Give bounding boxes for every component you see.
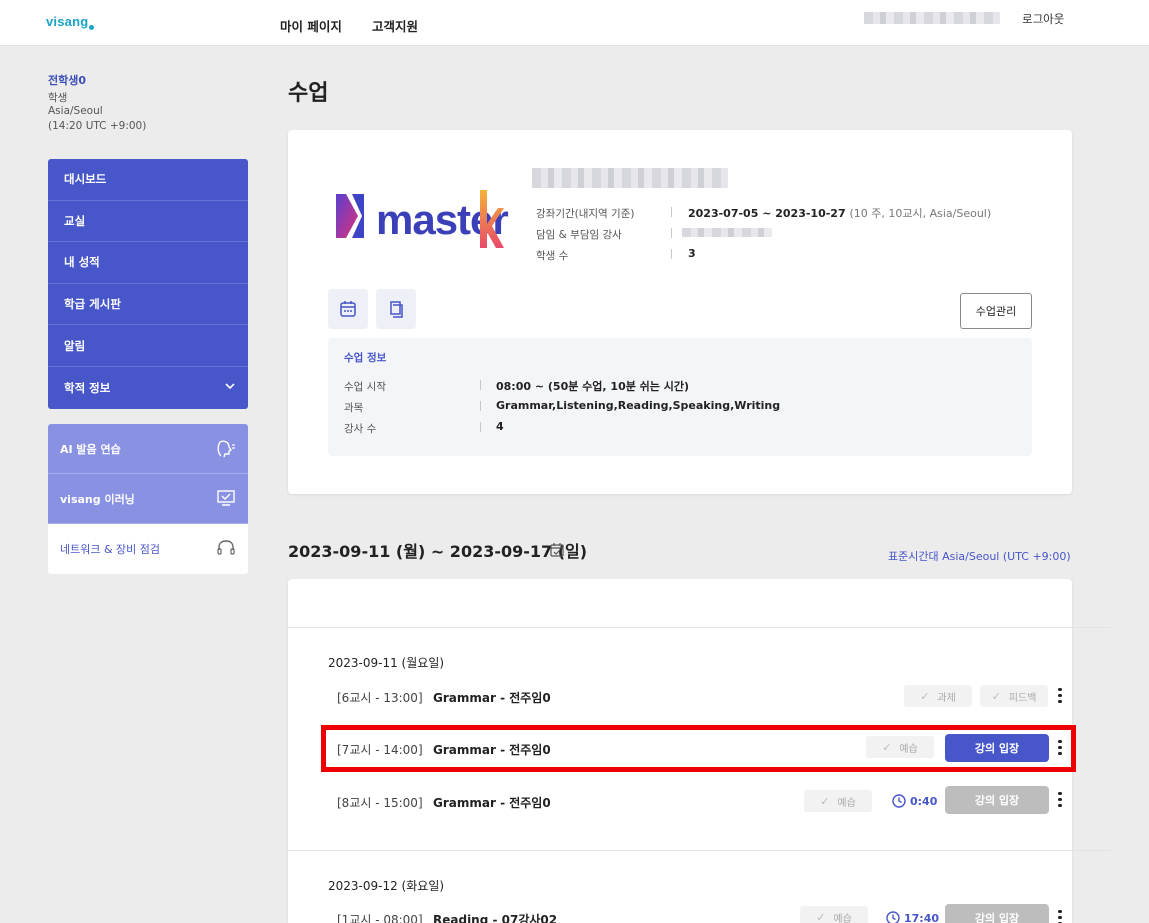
nav-my-page[interactable]: 마이 페이지 bbox=[280, 16, 342, 35]
more-options-icon[interactable] bbox=[1056, 688, 1064, 706]
check-icon: ✓ bbox=[920, 689, 930, 703]
profile-name: 전학생0 bbox=[48, 74, 87, 87]
lesson-subject: Grammar - 전주임0 bbox=[433, 796, 551, 810]
class-info-box: 수업 정보 수업 시작 08:00 ~ (50분 수업, 10분 쉬는 시간) … bbox=[328, 338, 1032, 456]
profile-time: (14:20 UTC +9:00) bbox=[48, 120, 147, 132]
sidebar-item-ai-pronunciation[interactable]: AI 발음 연습 bbox=[48, 424, 248, 474]
sidebar-item-board[interactable]: 학급 게시판 bbox=[48, 284, 248, 326]
period-value: 2023-07-05 ~ 2023-10-27 (10 주, 10교시, Asi… bbox=[688, 207, 992, 220]
check-icon: ✓ bbox=[820, 794, 830, 808]
check-icon: ✓ bbox=[816, 910, 826, 923]
enter-class-button-disabled[interactable]: 강의 입장 bbox=[945, 786, 1049, 814]
separator bbox=[671, 249, 672, 259]
homework-badge[interactable]: ✓ 과제 bbox=[904, 685, 972, 707]
start-value: 08:00 ~ (50분 수업, 10분 쉬는 시간) bbox=[496, 380, 690, 393]
period-label: 강좌기간(내지역 기준) bbox=[536, 208, 635, 220]
separator bbox=[480, 380, 481, 390]
sidebar-item-academic-info[interactable]: 학적 정보 bbox=[48, 367, 248, 409]
separator bbox=[671, 228, 672, 238]
book-button[interactable] bbox=[376, 289, 416, 329]
countdown-timer: 17:40 bbox=[886, 911, 939, 923]
ai-voice-icon bbox=[217, 440, 235, 458]
students-label: 학생 수 bbox=[536, 250, 569, 262]
separator bbox=[671, 207, 672, 217]
teacher-count-label: 강사 수 bbox=[344, 423, 377, 435]
blurred-teachers bbox=[682, 228, 772, 237]
sidebar-item-elearning[interactable]: visang 이러닝 bbox=[48, 474, 248, 524]
day-title: 2023-09-11 (월요일) bbox=[328, 656, 445, 670]
divider bbox=[288, 627, 1111, 628]
page-title: 수업 bbox=[288, 81, 329, 106]
class-manage-button[interactable]: 수업관리 bbox=[960, 293, 1032, 329]
sidebar-item-notifications[interactable]: 알림 bbox=[48, 325, 248, 367]
week-range: 2023-09-11 (월) ~ 2023-09-17 (일) bbox=[288, 542, 588, 561]
headset-icon bbox=[217, 540, 235, 555]
sidebar-item-grades[interactable]: 내 성적 bbox=[48, 242, 248, 284]
more-options-icon[interactable] bbox=[1056, 910, 1064, 923]
clock-icon bbox=[892, 794, 906, 808]
top-bar: visang 마이 페이지 고객지원 로그아웃 bbox=[0, 0, 1149, 46]
more-options-icon[interactable] bbox=[1056, 792, 1064, 810]
lesson-period: [1교시 - 08:00] bbox=[337, 913, 423, 923]
subjects-label: 과목 bbox=[344, 402, 364, 414]
lesson-subject: Reading - 07강사02 bbox=[433, 913, 558, 923]
blurred-user-info bbox=[864, 12, 1000, 24]
lesson-period: [8교시 - 15:00] bbox=[337, 796, 423, 810]
visang-logo[interactable]: visang bbox=[46, 14, 95, 30]
book-icon bbox=[390, 301, 403, 318]
monitor-icon bbox=[217, 490, 235, 506]
subjects-value: Grammar,Listening,Reading,Speaking,Writi… bbox=[496, 399, 781, 412]
blurred-class-name bbox=[532, 168, 728, 188]
students-value: 3 bbox=[688, 247, 696, 260]
enter-class-button-disabled[interactable]: 강의 입장 bbox=[945, 904, 1049, 923]
class-info-title: 수업 정보 bbox=[344, 352, 387, 364]
sidebar-item-classroom[interactable]: 교실 bbox=[48, 201, 248, 243]
start-label: 수업 시작 bbox=[344, 381, 386, 393]
sidebar-menu: 대시보드 교실 내 성적 학급 게시판 알림 학적 정보 bbox=[48, 159, 248, 409]
clock-icon bbox=[886, 911, 900, 923]
separator bbox=[480, 422, 481, 432]
check-icon: ✓ bbox=[991, 689, 1001, 703]
nav-support[interactable]: 고객지원 bbox=[372, 16, 418, 35]
calendar-icon bbox=[340, 301, 356, 317]
lesson-period: [6교시 - 13:00] bbox=[337, 691, 423, 705]
preview-badge[interactable]: ✓ 예습 bbox=[800, 906, 868, 923]
preview-badge[interactable]: ✓ 예습 bbox=[804, 790, 872, 812]
timezone-label: 표준시간대 Asia/Seoul (UTC +9:00) bbox=[888, 550, 1071, 563]
profile-timezone: Asia/Seoul bbox=[48, 105, 103, 117]
k-logo-mark bbox=[480, 190, 504, 248]
sidebar-extra-menu: AI 발음 연습 visang 이러닝 네트워크 & 장비 점검 bbox=[48, 424, 248, 574]
countdown-timer: 0:40 bbox=[892, 794, 937, 808]
logout-link[interactable]: 로그아웃 bbox=[1022, 11, 1064, 27]
profile-role: 학생 bbox=[48, 92, 68, 104]
teacher-count-value: 4 bbox=[496, 420, 504, 433]
day-title: 2023-09-12 (화요일) bbox=[328, 879, 445, 893]
lesson-subject: Grammar - 전주임0 bbox=[433, 691, 551, 705]
teachers-label: 담임 & 부담임 강사 bbox=[536, 229, 622, 241]
feedback-badge[interactable]: ✓ 피드백 bbox=[980, 685, 1048, 707]
separator bbox=[480, 401, 481, 411]
divider bbox=[288, 850, 1111, 851]
highlight-box bbox=[321, 725, 1076, 772]
sidebar-item-network-check[interactable]: 네트워크 & 장비 점검 bbox=[48, 524, 248, 574]
calendar-check-icon[interactable] bbox=[550, 543, 564, 557]
sidebar-item-dashboard[interactable]: 대시보드 bbox=[48, 159, 248, 201]
calendar-button[interactable] bbox=[328, 289, 368, 329]
chevron-down-icon bbox=[225, 383, 235, 390]
